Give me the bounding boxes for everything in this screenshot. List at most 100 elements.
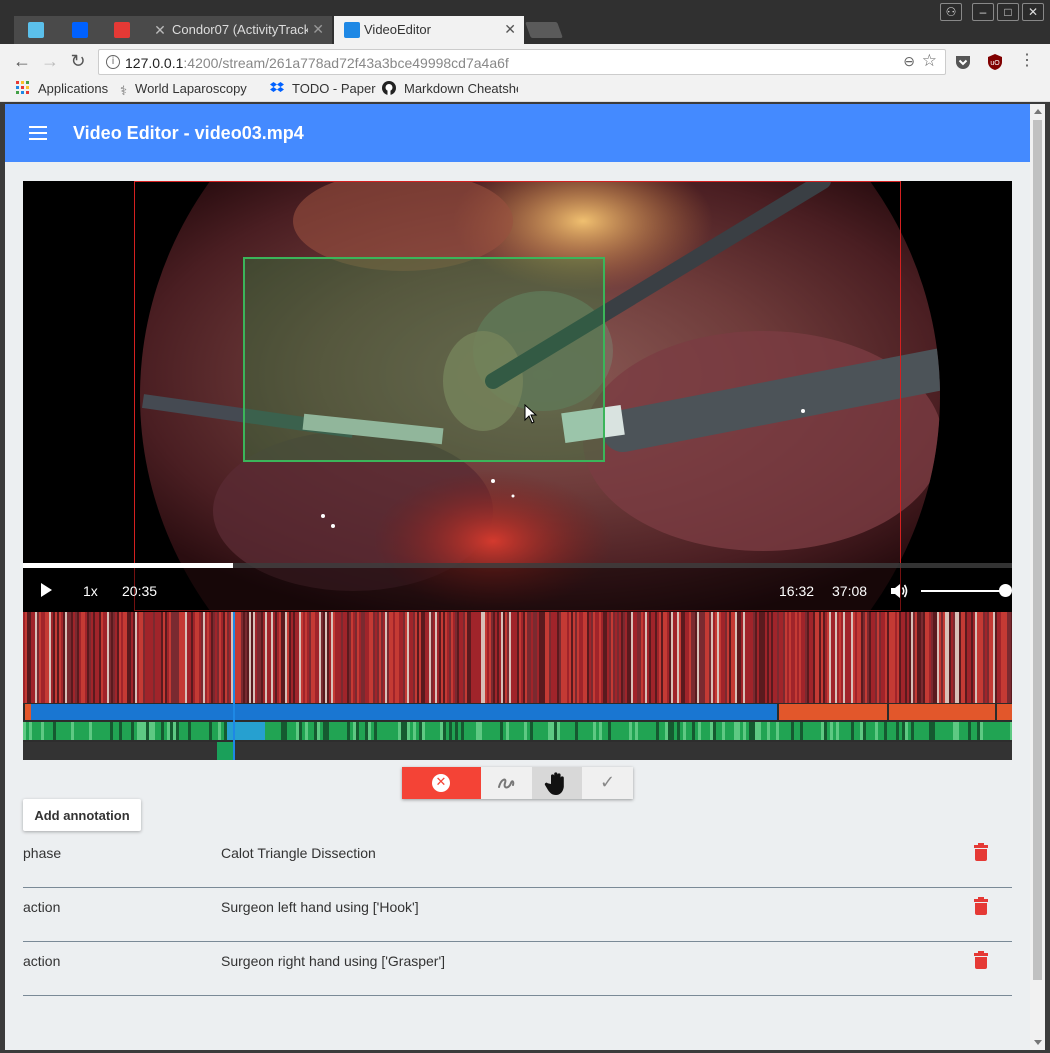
timeline[interactable] — [23, 612, 1012, 760]
thumbnail-stripe — [429, 612, 431, 703]
reload-icon[interactable]: ↻ — [68, 51, 88, 71]
action-lane[interactable] — [23, 722, 1012, 740]
thumbnail-stripe — [923, 612, 925, 703]
thumbnail-stripe — [615, 612, 617, 703]
scrollbar-thumb[interactable] — [1033, 120, 1042, 980]
action-segment — [890, 722, 893, 740]
cancel-button[interactable]: ✕ — [402, 767, 481, 799]
kebab-menu-icon[interactable]: ⋮ — [1017, 51, 1037, 71]
thumbnail-stripe — [873, 612, 875, 703]
ublock-icon[interactable]: uO — [986, 53, 1004, 71]
action-segment — [35, 722, 38, 740]
bookmark-applications[interactable]: Applications — [16, 81, 108, 96]
play-icon[interactable] — [41, 583, 52, 597]
close-icon[interactable]: ✕ — [312, 21, 324, 38]
delete-icon[interactable] — [974, 897, 988, 915]
close-window-icon[interactable]: ✕ — [1022, 3, 1044, 21]
thumbnail-stripe — [907, 612, 909, 703]
action-segment — [608, 722, 611, 740]
laparoscopy-icon: ⚕ — [120, 83, 128, 97]
playback-speed[interactable]: 1x — [83, 583, 98, 599]
thumbnail-stripe — [695, 612, 697, 703]
tab-pinned-1[interactable] — [14, 16, 58, 44]
thumbnail-stripe — [569, 612, 571, 703]
thumbnail-stripe — [809, 612, 811, 703]
phase-segment — [889, 704, 995, 720]
bookmark-todo-paper[interactable]: TODO - Paper — [270, 81, 376, 96]
action-segment — [725, 722, 728, 740]
address-bar[interactable]: i 127.0.0.1:4200/stream/261a778ad72f43a3… — [98, 49, 946, 75]
thumbnail-stripe — [817, 612, 819, 703]
profile-icon[interactable]: ⚇ — [940, 3, 962, 21]
menu-icon[interactable] — [29, 126, 47, 140]
action-segment — [128, 722, 131, 740]
phase-lane[interactable] — [23, 703, 1012, 721]
zoom-icon[interactable]: ⊖ — [903, 53, 915, 70]
action-segment — [812, 722, 815, 740]
bookmark-markdown-cheatsheet[interactable]: Markdown Cheatshe — [382, 81, 518, 96]
volume-slider[interactable] — [921, 590, 1003, 592]
thumbnail-stripe — [337, 612, 339, 703]
delete-icon[interactable] — [974, 951, 988, 969]
volume-slider-knob[interactable] — [999, 584, 1012, 597]
bookmark-star-icon[interactable]: ☆ — [922, 51, 937, 71]
annotation-type: phase — [23, 845, 62, 861]
video-player[interactable]: 1x 20:35 16:32 37:08 — [23, 181, 1012, 612]
thumbnail-stripe — [417, 612, 419, 703]
action-segment — [926, 722, 929, 740]
tool-lane[interactable] — [23, 742, 1012, 760]
action-segment — [50, 722, 53, 740]
action-segment — [794, 722, 797, 740]
thumbnail-stripe — [407, 612, 409, 703]
close-icon[interactable]: ✕ — [504, 21, 516, 38]
thumbnail-stripe — [501, 612, 503, 703]
bounding-box[interactable] — [243, 257, 605, 462]
thumbnail-stripe — [299, 612, 301, 703]
thumbnail-stripe — [1003, 612, 1005, 703]
thumbnail-stripe — [509, 612, 511, 703]
draw-tool-button[interactable] — [481, 767, 532, 799]
thumbnail-stripe — [573, 612, 575, 703]
thumbnail-stripe — [281, 612, 283, 703]
action-segment — [899, 722, 902, 740]
action-segment — [572, 722, 575, 740]
tab-pinned-3[interactable] — [100, 16, 144, 44]
action-segment — [197, 722, 200, 740]
minimize-icon[interactable]: – — [972, 3, 994, 21]
action-segment — [419, 722, 422, 740]
action-segment — [221, 722, 224, 740]
tab-pinned-dropbox[interactable] — [58, 16, 102, 44]
add-annotation-button[interactable]: Add annotation — [23, 799, 141, 831]
volume-icon[interactable] — [889, 582, 909, 600]
action-segment — [68, 722, 71, 740]
page-scrollbar[interactable] — [1030, 104, 1045, 1050]
action-segment — [521, 722, 524, 740]
tab-condor[interactable]: ✕ Condor07 (ActivityTrack ✕ — [142, 16, 332, 44]
maximize-icon[interactable]: □ — [997, 3, 1019, 21]
pan-tool-button[interactable] — [532, 767, 582, 799]
thumbnail-stripe — [51, 612, 53, 703]
action-segment — [887, 722, 890, 740]
back-icon[interactable]: ← — [12, 51, 32, 71]
new-tab-button[interactable] — [525, 22, 563, 38]
action-segment — [56, 722, 59, 740]
thumbnail-stripe — [603, 612, 605, 703]
scroll-up-icon[interactable] — [1034, 109, 1042, 114]
delete-icon[interactable] — [974, 843, 988, 861]
timeline-playhead[interactable] — [233, 612, 236, 760]
thumbnail-stripe — [471, 612, 473, 703]
scroll-down-icon[interactable] — [1034, 1040, 1042, 1045]
thumbnail-stripe — [199, 612, 201, 703]
info-icon[interactable]: i — [106, 55, 120, 69]
confirm-button[interactable]: ✓ — [582, 767, 633, 799]
bookmark-world-laparoscopy[interactable]: ⚕ World Laparoscopy — [120, 81, 254, 97]
tab-videoeditor[interactable]: VideoEditor ✕ — [334, 16, 524, 44]
thumbnail-stripe — [41, 612, 43, 703]
thumbnail-stripe — [911, 612, 913, 703]
forward-icon[interactable]: → — [40, 51, 60, 71]
duration: 37:08 — [832, 583, 868, 599]
pocket-icon[interactable] — [954, 53, 972, 71]
thumbnail-stripe — [941, 612, 943, 703]
action-segment — [677, 722, 680, 740]
thumbnail-stripe — [735, 612, 737, 703]
